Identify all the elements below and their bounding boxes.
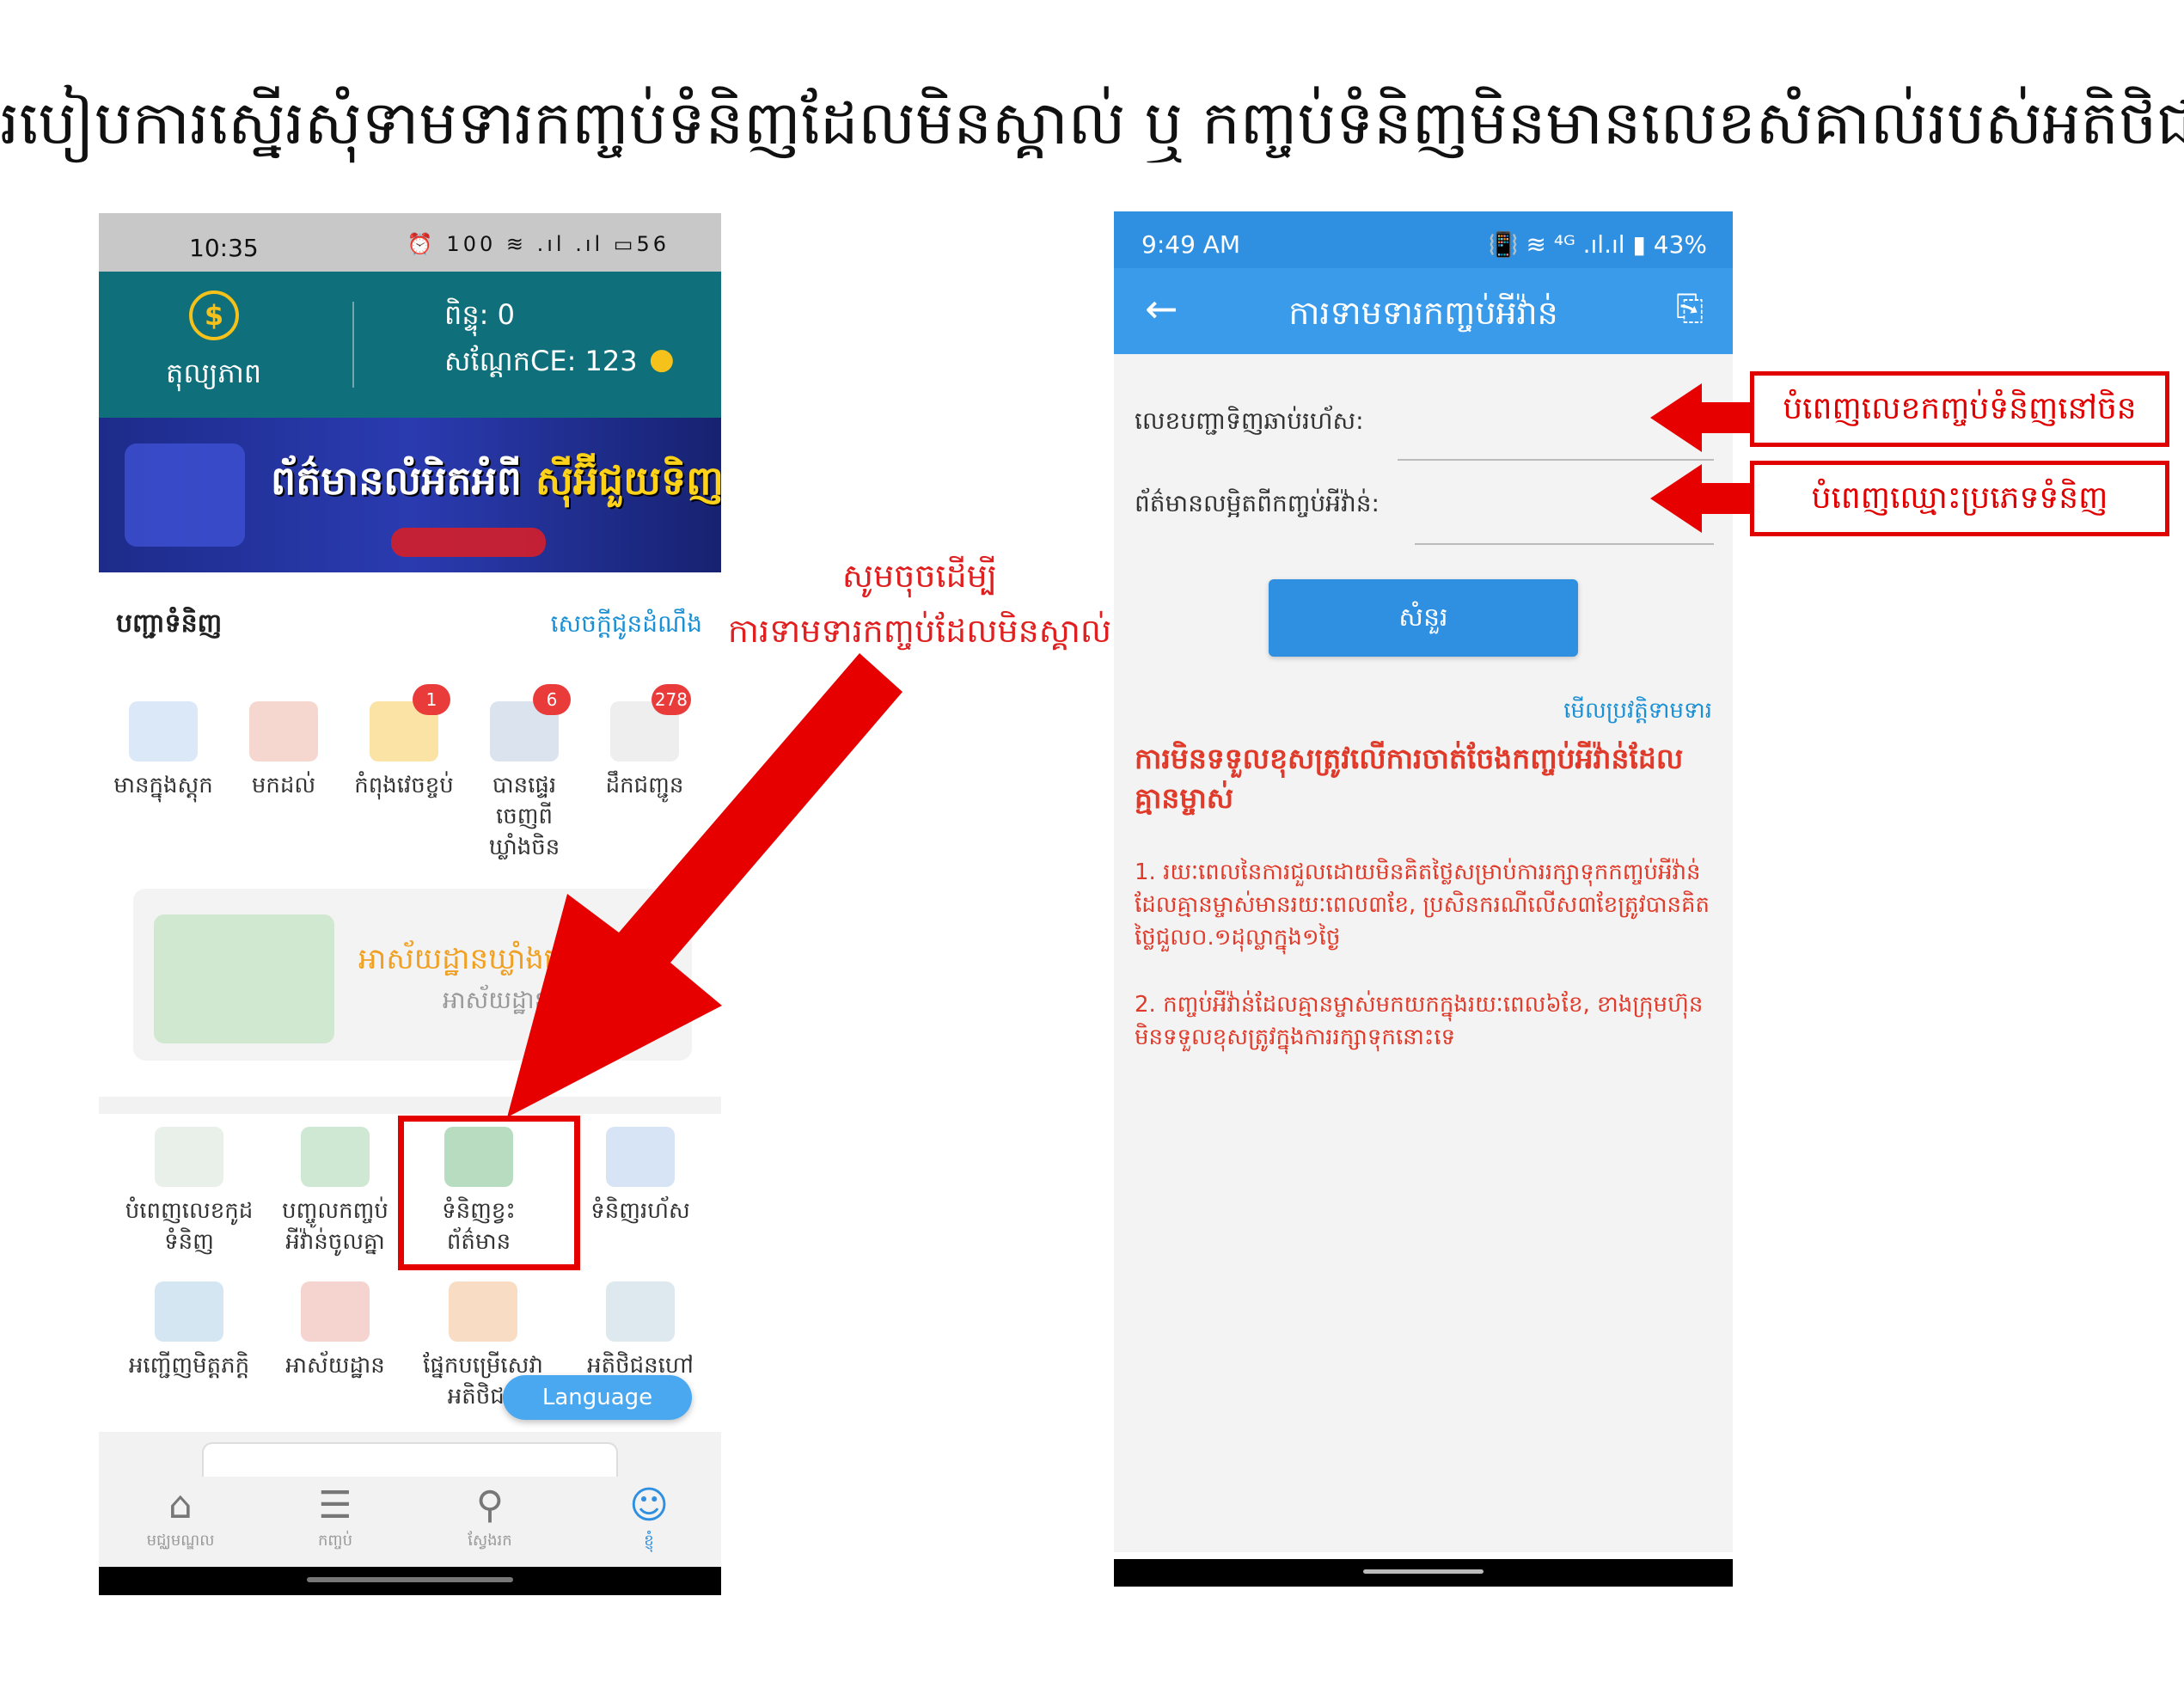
express-order-input[interactable] <box>1398 459 1714 461</box>
gesture-bar <box>1114 1559 1733 1587</box>
language-button[interactable]: Language <box>503 1375 692 1420</box>
grid-item-in-stock[interactable]: មានក្នុងស្តុក <box>107 701 219 801</box>
money-bag-icon: ● <box>649 342 675 376</box>
banner-text-a: ព័ត៌មានលំអិតអំពី <box>271 457 522 504</box>
badge-count: 1 <box>413 684 450 715</box>
balance-label[interactable]: តុល្យភាព <box>166 356 261 396</box>
home-indicator <box>1363 1569 1484 1574</box>
package-details-input[interactable] <box>1415 543 1714 545</box>
screen-title: ការទាមទារកញ្ចប់អីវ៉ាន់ <box>1288 294 1558 332</box>
grid-item-packing[interactable]: 1 កំពុងវេចខ្ចប់ <box>348 684 460 801</box>
pointer-arrow-icon <box>1650 383 1753 452</box>
field-label-express-order: លេខបញ្ជាទិញឆាប់រហ័ស: <box>1135 407 1364 435</box>
nav-label: ស្វែងរក <box>468 1532 512 1550</box>
feedback-icon <box>606 1281 675 1342</box>
friends-icon <box>155 1281 223 1342</box>
search-icon: ⚲ <box>475 1483 505 1527</box>
annotation-line-1: សូមចុចដើម្បី <box>841 557 998 595</box>
nav-me[interactable]: ☺ ខ្ញុំ <box>602 1482 696 1553</box>
page-title: របៀបការស្នើរសុំទាមទារកញ្ចប់ទំនិញដែលមិនស្… <box>0 88 2184 158</box>
coupon-text: សណ្តែកCE: 123 <box>444 345 638 377</box>
status-icons: ⏰ 100 ≋ .ıl .ıl ▭56 <box>407 232 670 256</box>
app-bar: ← ការទាមទារកញ្ចប់អីវ៉ាន់ ⎘ <box>1114 268 1733 354</box>
grid-item-label: បំពេញលេខកូដទំនិញ <box>125 1198 254 1255</box>
grid-item-label: មានក្នុងស្តុក <box>113 773 213 798</box>
promo-banner[interactable]: ព័ត៌មានលំអិតអំពី ស៊ីអ៊ីជួយទិញ <box>99 418 721 572</box>
grid-item-express-goods[interactable]: ទំនិញរហ័ស <box>576 1127 705 1226</box>
grid-item-fill-code[interactable]: បំពេញលេខកូដទំនិញ <box>125 1127 254 1257</box>
grid-item-label: អញ្ជើញមិត្តភក្តិ <box>128 1353 250 1379</box>
highlight-box <box>398 1116 580 1270</box>
nav-label: កញ្ចប់ <box>318 1532 352 1550</box>
callout-china-tracking-number: បំពេញលេខកញ្ចប់ទំនិញនៅចិន <box>1750 371 2169 447</box>
grid-item-label: បញ្ចូលកញ្ចប់អីវ៉ាន់ចូលគ្នា <box>282 1198 388 1255</box>
home-indicator <box>307 1577 513 1582</box>
banner-phone-illustration <box>125 443 245 547</box>
banner-text-b: ស៊ីអ៊ីជួយទិញ <box>535 457 721 504</box>
status-time: 10:35 <box>189 234 259 262</box>
submit-button[interactable]: សំនួរ <box>1269 579 1578 657</box>
claim-history-link[interactable]: មើលប្រវត្តិទាមទារ <box>1563 696 1712 729</box>
status-bar: 10:35 ⏰ 100 ≋ .ıl .ıl ▭56 <box>99 213 721 272</box>
list-icon: ☰ <box>318 1483 352 1527</box>
coin-icon[interactable]: $ <box>189 291 239 340</box>
truck-icon <box>129 701 198 761</box>
grid-item-invite-friends[interactable]: អញ្ជើញមិត្តភក្តិ <box>125 1281 254 1381</box>
delivered-truck-icon <box>249 701 318 761</box>
nav-label: មជ្ឈមណ្ឌល <box>146 1532 215 1550</box>
orders-title: បញ្ជាទំនិញ <box>116 609 223 639</box>
grid-item-label: អាស័យដ្ឋាន <box>285 1353 385 1379</box>
grid-item-arrived[interactable]: មកដល់ <box>228 701 340 801</box>
status-time: 9:49 AM <box>1141 230 1241 259</box>
status-icons: 📳 ≋ ⁴ᴳ .ıl.ıl ▮ 43% <box>1488 230 1707 259</box>
nav-packages[interactable]: ☰ កញ្ចប់ <box>288 1482 382 1553</box>
banner-text: ព័ត៌មានលំអិតអំពី ស៊ីអ៊ីជួយទិញ <box>271 456 721 514</box>
pointer-arrow-icon <box>1650 464 1753 533</box>
user-icon: ☺ <box>629 1483 669 1527</box>
fast-truck-icon <box>606 1127 675 1187</box>
pointer-arrow-icon <box>507 653 902 1117</box>
grid-item-label: មកដល់ <box>251 773 316 798</box>
nav-search[interactable]: ⚲ ស្វែងរក <box>443 1482 537 1553</box>
right-phone-screenshot: 9:49 AM 📳 ≋ ⁴ᴳ .ıl.ıl ▮ 43% ← ការទាមទារក… <box>1114 211 1733 1587</box>
location-icon <box>301 1281 370 1342</box>
grid-item-customer-feedback[interactable]: អតិថិជនហៅ <box>576 1281 705 1381</box>
banner-map-illustration <box>391 528 546 557</box>
header-divider <box>352 302 354 388</box>
grid-item-label: កំពុងវេចខ្ចប់ <box>354 773 454 798</box>
disclaimer-note-2: 2. កញ្ចប់អីវ៉ាន់ដែលគ្មានម្ចាស់មកយកក្នុងរ… <box>1135 992 1704 1050</box>
nav-home[interactable]: ⌂ មជ្ឈមណ្ឌល <box>133 1482 228 1553</box>
export-icon[interactable]: ⎘ <box>1676 289 1704 328</box>
claim-form: លេខបញ្ជាទិញឆាប់រហ័ស: ព័ត៌មានលម្អិតពីកញ្ច… <box>1114 354 1733 1552</box>
status-bar: 9:49 AM 📳 ≋ ⁴ᴳ .ıl.ıl ▮ 43% <box>1114 211 1733 268</box>
callout-goods-type: បំពេញឈ្មោះប្រភេទទំនិញ <box>1750 461 2169 536</box>
home-icon: ⌂ <box>168 1483 193 1527</box>
certificate-icon <box>301 1127 370 1187</box>
nav-label: ខ្ញុំ <box>644 1532 654 1550</box>
field-label-package-details: ព័ត៌មានលម្អិតពីកញ្ចប់អីវ៉ាន់: <box>1135 489 1380 517</box>
grid-item-address[interactable]: អាស័យដ្ឋាន <box>271 1281 400 1381</box>
disclaimer-title: ការមិនទទួលខុសត្រូវលើការចាត់ចែងកញ្ចប់អីវ៉… <box>1135 742 1684 815</box>
support-agent-icon <box>449 1281 517 1342</box>
points-text: ពិន្ទុ: 0 <box>444 298 515 331</box>
warehouse-illustration <box>154 914 334 1043</box>
add-document-icon <box>155 1127 223 1187</box>
account-header: $ តុល្យភាព ពិន្ទុ: 0 សណ្តែកCE: 123 ● <box>99 272 721 418</box>
disclaimer-note-1: 1. រយៈពេលនៃការជួលដោយមិនគិតថ្លៃសម្រាប់ការ… <box>1135 859 1710 951</box>
bottom-nav: ⌂ មជ្ឈមណ្ឌល ☰ កញ្ចប់ ⚲ ស្វែងរក ☺ ខ្ញុំ <box>99 1477 721 1567</box>
grid-item-merge-packages[interactable]: បញ្ចូលកញ្ចប់អីវ៉ាន់ចូលគ្នា <box>271 1127 400 1257</box>
grid-item-label: ទំនិញរហ័ស <box>590 1198 690 1224</box>
package-icon: 1 <box>370 684 450 761</box>
gesture-bar <box>99 1567 721 1595</box>
